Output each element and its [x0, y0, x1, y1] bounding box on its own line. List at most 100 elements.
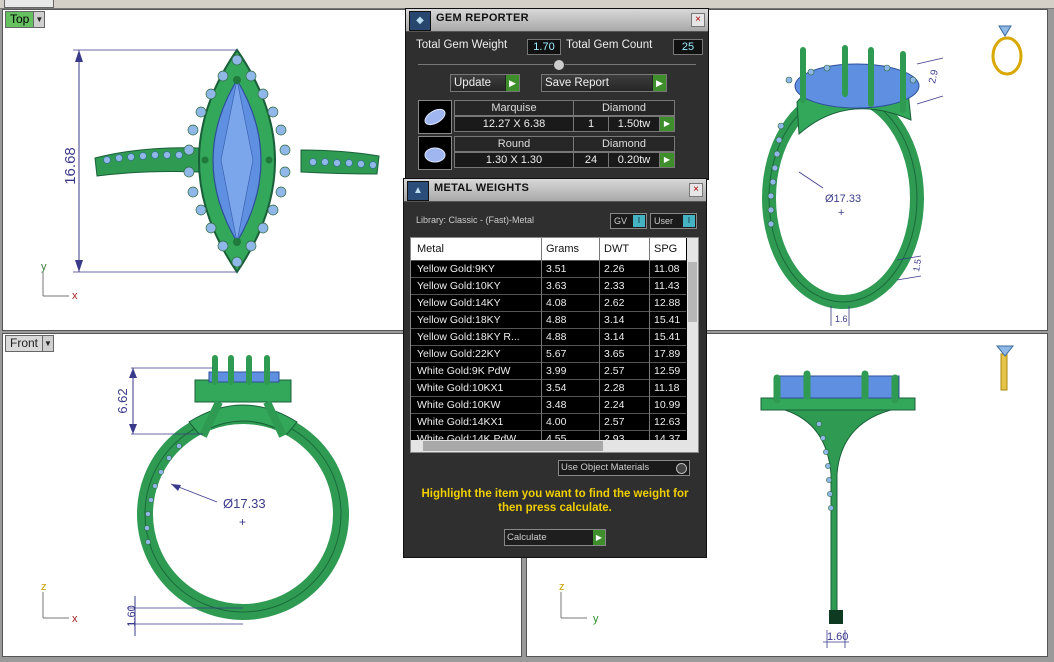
- table-row[interactable]: Yellow Gold:14KY 4.08 2.62 12.88: [411, 294, 686, 311]
- user-toggle-label: User: [654, 216, 674, 226]
- column-divider: [649, 238, 650, 452]
- play-icon[interactable]: ▶: [659, 152, 675, 168]
- right-axis-z: z: [559, 581, 565, 593]
- viewport-label-front[interactable]: Front ▼: [5, 334, 55, 352]
- horizontal-scrollbar[interactable]: [411, 440, 698, 452]
- table-row[interactable]: White Gold:10KX1 3.54 2.28 11.18: [411, 379, 686, 396]
- viewport-label-top[interactable]: Top ▼: [5, 10, 46, 28]
- gem-count: 1: [573, 116, 609, 132]
- ring-orientation-icon: [995, 345, 1015, 391]
- play-icon: ▶: [652, 75, 666, 91]
- grams-value: 3.99: [546, 365, 567, 377]
- spg-value: 17.89: [654, 348, 681, 360]
- metal-name: White Gold:10KW: [417, 399, 501, 411]
- column-divider: [599, 238, 600, 452]
- vertical-scrollbar[interactable]: [687, 238, 698, 440]
- gem-shape: Marquise: [454, 100, 574, 116]
- radio-icon[interactable]: [676, 463, 687, 474]
- user-toggle[interactable]: User I: [650, 213, 697, 229]
- front-axis-x: x: [72, 613, 78, 625]
- front-height-dimension: 6.62: [115, 388, 130, 413]
- gem-weight: 1.50tw: [608, 116, 660, 132]
- grams-value: 3.48: [546, 399, 567, 411]
- spg-value: 11.43: [654, 280, 680, 292]
- column-header-grams[interactable]: Grams: [546, 243, 579, 255]
- viewport-name[interactable]: Top: [5, 10, 35, 28]
- dwt-value: 2.57: [604, 365, 625, 377]
- perspective-diameter-dimension: Ø17.33: [825, 193, 861, 205]
- flask-icon: ▲: [407, 181, 429, 201]
- metal-weights-title: METAL WEIGHTS: [434, 182, 530, 194]
- gv-toggle[interactable]: GV I: [610, 213, 647, 229]
- metal-weights-titlebar[interactable]: ▲ METAL WEIGHTS ×: [404, 179, 706, 202]
- table-row[interactable]: Yellow Gold:18KY 4.88 3.14 15.41: [411, 311, 686, 328]
- dwt-value: 2.33: [604, 280, 625, 292]
- table-row[interactable]: Yellow Gold:18KY R... 4.88 3.14 15.41: [411, 328, 686, 345]
- gem-reporter-titlebar[interactable]: ◆ GEM REPORTER ×: [406, 9, 708, 32]
- gem-row[interactable]: Marquise Diamond 12.27 X 6.38 1 1.50tw ▶: [418, 100, 676, 134]
- model-tab[interactable]: [4, 0, 54, 8]
- save-report-button[interactable]: Save Report ▶: [541, 74, 667, 92]
- calculate-button[interactable]: Calculate ▶: [504, 529, 606, 546]
- gem-row[interactable]: Round Diamond 1.30 X 1.30 24 0.20tw ▶: [418, 136, 676, 170]
- table-row[interactable]: White Gold:10KW 3.48 2.24 10.99: [411, 396, 686, 413]
- metal-name: Yellow Gold:10KY: [417, 280, 501, 292]
- splitter-handle[interactable]: [553, 59, 565, 71]
- calculate-label: Calculate: [507, 532, 547, 543]
- chevron-down-icon[interactable]: ▼: [43, 334, 55, 352]
- column-header-metal[interactable]: Metal: [417, 243, 444, 255]
- scrollbar-thumb[interactable]: [423, 441, 603, 451]
- dwt-value: 3.14: [604, 314, 625, 326]
- gem-count: 24: [573, 152, 609, 168]
- use-object-materials-label: Use Object Materials: [561, 462, 650, 473]
- gv-toggle-label: GV: [614, 216, 628, 226]
- close-icon[interactable]: ×: [689, 183, 703, 197]
- scrollbar-thumb[interactable]: [688, 262, 697, 322]
- update-button[interactable]: Update ▶: [450, 74, 520, 92]
- column-header-dwt[interactable]: DWT: [604, 243, 629, 255]
- dwt-value: 2.24: [604, 399, 625, 411]
- dwt-value: 2.57: [604, 416, 625, 428]
- metal-name: Yellow Gold:18KY R...: [417, 331, 520, 343]
- column-header-spg[interactable]: SPG: [654, 243, 677, 255]
- update-button-label: Update: [454, 77, 492, 89]
- table-row[interactable]: White Gold:14KX1 4.00 2.57 12.63: [411, 413, 686, 430]
- close-icon[interactable]: ×: [691, 13, 705, 27]
- table-row[interactable]: Yellow Gold:10KY 3.63 2.33 11.43: [411, 277, 686, 294]
- spg-value: 15.41: [654, 331, 681, 343]
- table-row[interactable]: Yellow Gold:9KY 3.51 2.26 11.08: [411, 260, 686, 277]
- table-row[interactable]: Yellow Gold:22KY 5.67 3.65 17.89: [411, 345, 686, 362]
- column-divider: [541, 238, 542, 452]
- play-icon: ▶: [593, 530, 605, 545]
- grams-value: 3.63: [546, 280, 567, 292]
- viewport-name[interactable]: Front: [5, 334, 44, 352]
- total-gem-weight-value: 1.70: [527, 39, 561, 55]
- gem-weight: 0.20tw: [608, 152, 660, 168]
- spg-value: 15.41: [654, 314, 681, 326]
- metal-name: Yellow Gold:9KY: [417, 263, 495, 275]
- metal-name: White Gold:10KX1: [417, 382, 504, 394]
- spg-value: 10.99: [654, 399, 681, 411]
- metal-weights-table[interactable]: Metal Grams DWT SPG Yellow Gold:9KY 3.51 2…: [410, 237, 699, 453]
- chevron-down-icon[interactable]: ▼: [34, 10, 46, 28]
- ring-orientation-icon: [991, 25, 1023, 76]
- grams-value: 3.54: [546, 382, 567, 394]
- dwt-value: 3.14: [604, 331, 625, 343]
- svg-text:+: +: [838, 207, 844, 219]
- spg-value: 12.88: [654, 297, 681, 309]
- instruction-text: Highlight the item you want to find the …: [421, 488, 689, 514]
- grams-value: 4.88: [546, 331, 567, 343]
- use-object-materials-option[interactable]: Use Object Materials: [558, 460, 690, 476]
- dwt-value: 2.62: [604, 297, 625, 309]
- library-label: Library: Classic - (Fast)-Metal: [416, 215, 535, 225]
- metal-name: White Gold:14KX1: [417, 416, 504, 428]
- dwt-value: 3.65: [604, 348, 625, 360]
- grams-value: 4.00: [546, 416, 567, 428]
- toggle-indicator-icon: I: [683, 215, 695, 227]
- metal-weights-panel: ▲ METAL WEIGHTS × Library: Classic - (Fa…: [403, 178, 707, 558]
- table-row[interactable]: White Gold:9K PdW 3.99 2.57 12.59: [411, 362, 686, 379]
- play-icon[interactable]: ▶: [659, 116, 675, 132]
- gem-type: Diamond: [573, 100, 675, 116]
- svg-text:+: +: [239, 515, 246, 529]
- metal-name: Yellow Gold:22KY: [417, 348, 501, 360]
